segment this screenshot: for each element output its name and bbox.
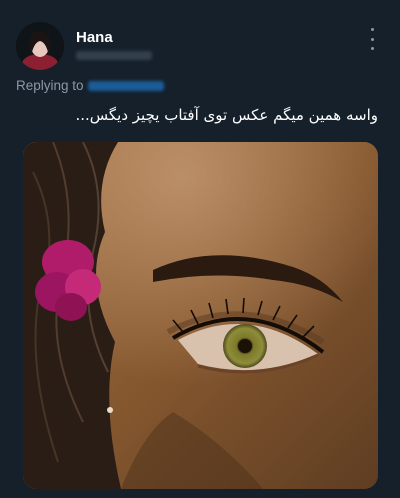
more-options-button[interactable]: [364, 28, 380, 50]
avatar[interactable]: [16, 22, 64, 70]
replying-to: Replying to: [16, 78, 164, 93]
replying-to-handle-blurred[interactable]: [87, 80, 164, 91]
tweet-text: واسه همین میگم عکس توی آفتاب یچیز دیگس..…: [75, 106, 378, 124]
more-vertical-icon: [370, 28, 374, 31]
tweet-media-photo[interactable]: [23, 142, 378, 489]
author-handle-blurred: [76, 51, 152, 60]
author-name[interactable]: Hana: [76, 29, 113, 46]
replying-to-label: Replying to: [16, 78, 84, 93]
